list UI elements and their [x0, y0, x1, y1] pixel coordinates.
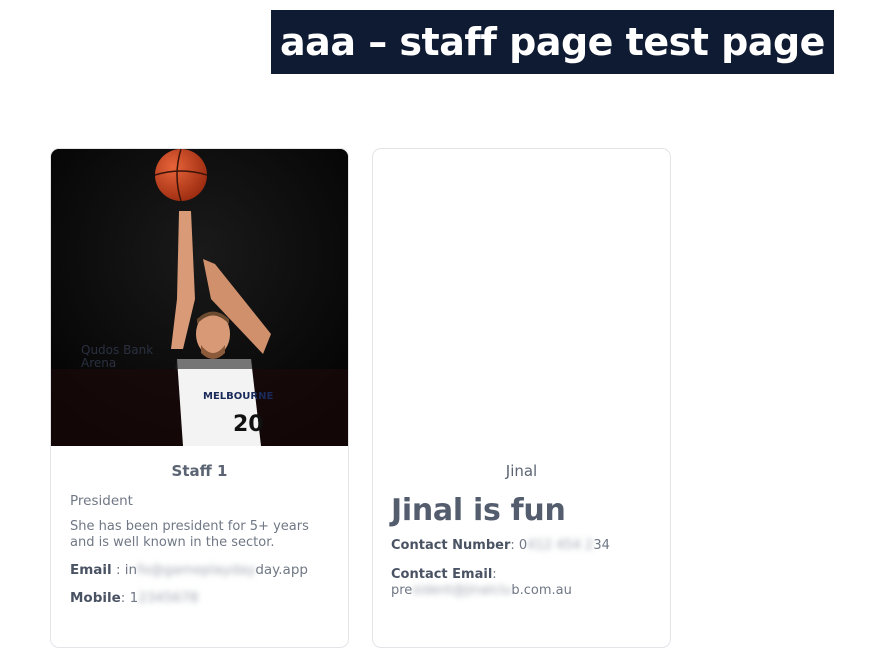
contact-number-row: Contact Number: 0412 454 234: [391, 538, 610, 553]
contact-email-end[interactable]: b.com.au: [511, 583, 572, 598]
staff-card: Jinal Jinal is fun Contact Number: 0412 …: [372, 148, 671, 648]
contact-number-redacted: 412 454 2: [527, 538, 594, 553]
contact-email-redacted: sident@jinalclu: [412, 583, 512, 598]
mobile-value-start: 1: [129, 590, 139, 606]
staff-headline: Jinal is fun: [391, 493, 566, 528]
basketball-player-photo-icon: Qudos Bank Arena MELBOURNE 20: [51, 149, 348, 446]
staff-card-body: Staff 1 President She has been president…: [51, 461, 348, 607]
contact-number-start: 0: [518, 538, 528, 553]
staff-card: Qudos Bank Arena MELBOURNE 20 Staff 1 Pr…: [50, 148, 349, 648]
contact-number-end: 34: [593, 538, 610, 553]
contact-number-label: Contact Number: [391, 538, 511, 553]
staff-role: President: [70, 493, 133, 509]
staff-mobile-row: Mobile: 12345678: [70, 590, 199, 606]
staff-name: Staff 1: [171, 462, 228, 480]
staff-email-row: Email : info@gameplaydayday.app: [70, 562, 308, 578]
email-label: Email: [70, 562, 112, 578]
contact-email-row: Contact Email: president@jinalclub.com.a…: [391, 567, 572, 598]
svg-text:Qudos Bank: Qudos Bank: [81, 343, 153, 357]
mobile-label: Mobile: [70, 590, 121, 606]
email-value-start[interactable]: in: [125, 562, 137, 578]
email-value-redacted: fo@gameplayday: [137, 562, 256, 578]
svg-text:20: 20: [233, 412, 264, 437]
svg-text:MELBOURNE: MELBOURNE: [203, 391, 273, 402]
staff-name: Jinal: [505, 462, 538, 480]
contact-email-label: Contact Email: [391, 567, 493, 582]
svg-text:Arena: Arena: [81, 356, 116, 370]
staff-bio: She has been president for 5+ years and …: [70, 519, 309, 550]
email-value-end[interactable]: day.app: [255, 562, 308, 578]
staff-photo: Qudos Bank Arena MELBOURNE 20: [51, 149, 348, 446]
contact-email-start[interactable]: pre: [391, 583, 412, 598]
page-title: aaa – staff page test page: [280, 20, 825, 64]
page-title-banner: aaa – staff page test page: [271, 10, 834, 74]
mobile-value-redacted: 2345678: [138, 590, 199, 606]
staff-card-body: Jinal Jinal is fun Contact Number: 0412 …: [373, 461, 670, 599]
